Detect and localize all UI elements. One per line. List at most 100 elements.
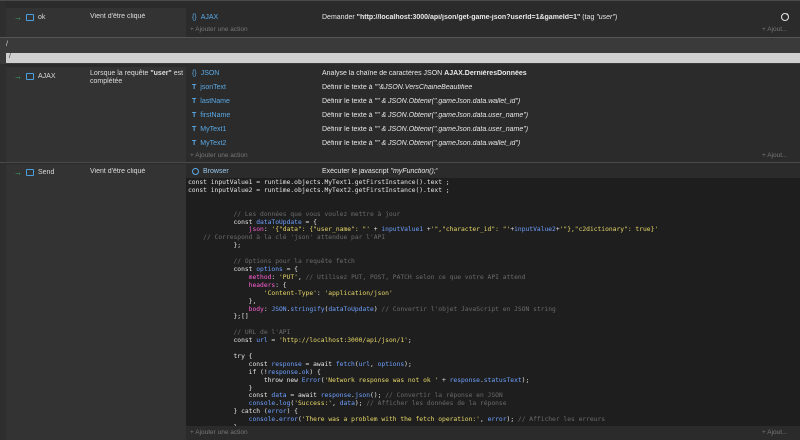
code-token: // Convertir la réponse en JSON xyxy=(385,392,503,400)
event-3-action[interactable]: Browser Exécuter le javascript "myFuncti… xyxy=(188,164,788,178)
code-line: const response = await fetch(url, option… xyxy=(188,361,658,369)
code-token: 'Network response was not ok ' xyxy=(324,376,439,384)
comment-text: / xyxy=(9,53,11,60)
code-token: response xyxy=(267,368,298,376)
code-token: , xyxy=(297,273,306,281)
text-object-icon: T xyxy=(192,83,197,91)
code-token: = await xyxy=(301,360,336,368)
code-token: // Afficher les données de la réponse xyxy=(366,400,507,408)
code-token: statusText xyxy=(483,376,522,384)
action-description: Définir le texte à "" & JSON.Obtenir(".g… xyxy=(322,125,529,133)
event-1-trigger[interactable]: → ok xyxy=(6,10,45,24)
comment-text: / xyxy=(6,41,8,48)
code-token: const xyxy=(188,337,257,345)
event-1-action[interactable]: {} AJAX Demander "http://localhost:3000/… xyxy=(188,10,788,24)
code-token: url xyxy=(358,360,371,368)
add-right-link[interactable]: + Ajout... xyxy=(762,26,787,33)
object-icon xyxy=(26,13,34,21)
action-row[interactable]: T MyText2 Définir le texte à "" & JSON.Obt… xyxy=(188,136,788,150)
action-row[interactable]: TfirstName Définir le texte à "" & JSON.O… xyxy=(188,108,788,122)
code-token: response xyxy=(449,376,480,384)
code-token: error xyxy=(279,416,298,424)
add-action-link[interactable]: + Ajouter une action xyxy=(190,429,248,436)
action-row[interactable]: T MyText1 Définir le texte à "" & JSON.Obt… xyxy=(188,122,788,136)
braces-icon: {} xyxy=(192,69,197,77)
code-token: + xyxy=(438,376,450,384)
code-token: data xyxy=(339,400,355,408)
code-token: // Correspond à la clé 'json' attendue p… xyxy=(203,234,386,242)
code-line: throw new Error('Network response was no… xyxy=(188,377,658,385)
action-object: TfirstName xyxy=(192,111,231,119)
code-line: }, xyxy=(188,298,658,306)
code-token: + xyxy=(370,226,382,234)
code-token: ; xyxy=(407,337,412,345)
code-token: = await xyxy=(286,392,321,400)
code-token: }, xyxy=(188,297,257,305)
code-token: '","character_id": "' xyxy=(430,226,511,234)
code-token: , xyxy=(332,400,340,408)
code-token: ); xyxy=(506,416,518,424)
script-code-block[interactable]: const inputValue1 = runtime.objects.MyTe… xyxy=(186,178,800,426)
code-token: 'Success:' xyxy=(294,400,333,408)
code-token: JSON xyxy=(271,305,287,313)
event-3-trigger[interactable]: → Send xyxy=(6,165,54,179)
action-row[interactable]: TlastName Définir le texte à "" & JSON.Ob… xyxy=(188,94,788,108)
code-token: options xyxy=(377,360,405,368)
code-token: ); xyxy=(404,360,412,368)
event-2-condition[interactable]: Lorsque la requête "user" est complétée xyxy=(90,70,184,86)
add-right-link[interactable]: + Ajout... xyxy=(762,152,787,159)
code-token: const xyxy=(188,360,272,368)
action-object: {} AJAX xyxy=(192,13,219,21)
code-line: const url = 'http://localhost:3000/api/j… xyxy=(188,337,658,345)
code-line: };[] xyxy=(188,313,658,321)
code-token: try { xyxy=(188,352,253,360)
code-token: error xyxy=(267,408,287,416)
code-token: '{"data": {"user_name": "' xyxy=(271,226,371,234)
comment-row-1[interactable]: / xyxy=(0,37,800,52)
event-2-trigger[interactable]: → AJAX xyxy=(6,69,56,83)
code-token: };[] xyxy=(188,313,249,321)
event-3-conditions[interactable] xyxy=(6,164,186,440)
code-token: dataToUpdate xyxy=(256,218,302,226)
event-3-condition[interactable]: Vient d'être cliqué xyxy=(90,168,145,175)
code-token: : { xyxy=(275,281,287,289)
code-token: method xyxy=(248,273,272,281)
event-1-condition[interactable]: Vient d'être cliqué xyxy=(90,13,145,20)
code-token: 'application/json' xyxy=(324,289,393,297)
code-token: 'http://localhost:3000/api/json/1' xyxy=(279,337,408,345)
trigger-arrow-icon: → xyxy=(14,167,22,177)
code-token: // Convertir l'objet JavaScript en JSON … xyxy=(381,305,556,313)
browser-icon xyxy=(192,167,199,175)
script-code: const inputValue1 = runtime.objects.MyTe… xyxy=(188,179,658,426)
add-action-link[interactable]: + Ajouter une action xyxy=(190,26,248,33)
text-object-icon: T xyxy=(192,97,197,105)
code-token: (); xyxy=(370,392,386,400)
code-token: const inputValue2 = runtime.objects.MyTe… xyxy=(188,186,450,194)
code-token: ); xyxy=(521,376,530,384)
code-line: const inputValue1 = runtime.objects.MyTe… xyxy=(188,179,658,187)
refresh-icon[interactable] xyxy=(780,12,790,22)
code-token: const xyxy=(188,265,257,273)
code-line: 'Content-Type': 'application/json' xyxy=(188,290,658,298)
code-token: dataToUpdate xyxy=(328,305,374,313)
code-line: headers: { xyxy=(188,282,658,290)
code-token: headers xyxy=(248,281,276,289)
code-token: const xyxy=(188,392,272,400)
code-token: console xyxy=(248,400,276,408)
code-token: const xyxy=(188,218,257,226)
add-action-link[interactable]: + Ajouter une action xyxy=(190,152,248,159)
code-line: body: JSON.stringify(dataToUpdate) // Co… xyxy=(188,306,658,314)
action-row[interactable]: {} JSON Analyse la chaîne de caractères JS… xyxy=(188,66,788,80)
action-row[interactable]: TjsonText Définir le texte à ""&JSON.Vers… xyxy=(188,80,788,94)
trigger-object-name: AJAX xyxy=(38,72,56,80)
code-token: = { xyxy=(301,218,317,226)
code-line: method: 'PUT', // Utilisez PUT, POST, PA… xyxy=(188,274,658,282)
code-token: ) { xyxy=(309,368,321,376)
comment-row-2[interactable]: / xyxy=(6,53,800,63)
add-right-link[interactable]: + Ajout... xyxy=(762,429,787,436)
